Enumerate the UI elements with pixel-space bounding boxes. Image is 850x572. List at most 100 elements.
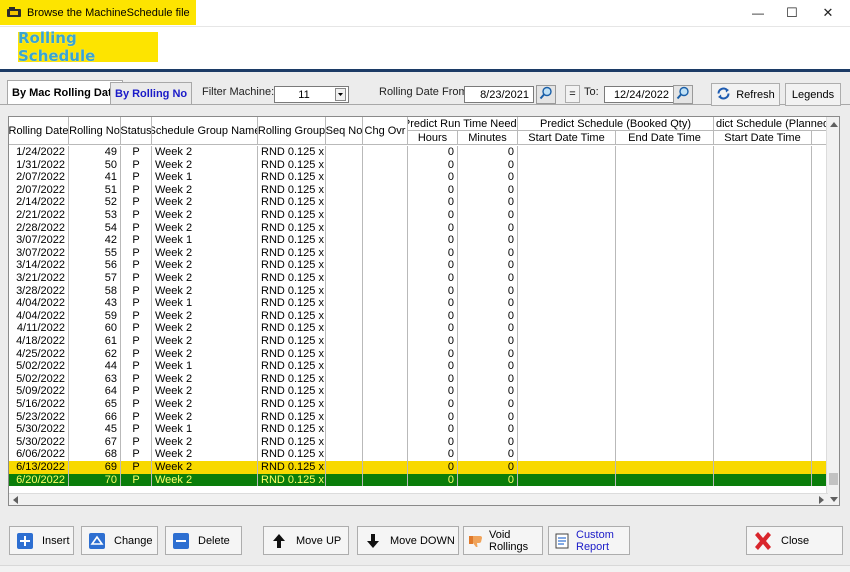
cell-rolling-group[interactable]: RND 0.125 x 2	[258, 234, 326, 247]
cell-schedule-group[interactable]: Week 2	[152, 259, 258, 272]
cell-hours[interactable]: 0	[408, 372, 458, 386]
table-row[interactable]: 3/07/2022 42 P Week 1 RND 0.125 x 2 00	[9, 234, 828, 247]
cell-seq-no[interactable]	[326, 158, 363, 172]
table-row[interactable]: 6/13/2022 69 P Week 2 RND 0.125 x 2 00	[9, 461, 828, 474]
cell-seq-no[interactable]	[326, 146, 363, 159]
cell-start-date-time-planned[interactable]	[714, 221, 812, 235]
cell-hours[interactable]: 0	[408, 423, 458, 436]
col-header-rolling-date[interactable]: Rolling Date	[9, 117, 69, 145]
cell-seq-no[interactable]	[326, 284, 363, 298]
cell-start-date-time-planned[interactable]	[714, 146, 812, 159]
cell-start-date-time[interactable]	[518, 322, 616, 335]
cell-start-date-time[interactable]	[518, 461, 616, 474]
cell-start-date-time-planned[interactable]	[714, 196, 812, 209]
custom-report-button[interactable]: Custom Report	[548, 526, 630, 555]
cell-minutes[interactable]: 0	[458, 209, 518, 222]
cell-chg-ovr[interactable]	[363, 171, 408, 184]
cell-start-date-time-planned[interactable]	[714, 385, 812, 398]
cell-rolling-no[interactable]: 42	[69, 234, 121, 247]
cell-hours[interactable]: 0	[408, 322, 458, 335]
cell-chg-ovr[interactable]	[363, 322, 408, 335]
cell-start-date-time[interactable]	[518, 435, 616, 449]
cell-hours[interactable]: 0	[408, 196, 458, 209]
cell-rolling-group[interactable]: RND 0.125 x 2	[258, 309, 326, 323]
cell-status[interactable]: P	[121, 322, 152, 335]
cell-rolling-group[interactable]: RND 0.125 x 2	[258, 410, 326, 424]
delete-button[interactable]: Delete	[165, 526, 242, 555]
cell-start-date-time-planned[interactable]	[714, 171, 812, 184]
cell-rolling-group[interactable]: RND 0.125 x 2	[258, 171, 326, 184]
cell-seq-no[interactable]	[326, 435, 363, 449]
cell-rolling-date[interactable]: 5/16/2022	[9, 398, 69, 411]
col-header-chg-ovr[interactable]: Chg Ovr	[363, 117, 408, 145]
cell-chg-ovr[interactable]	[363, 196, 408, 209]
cell-chg-ovr[interactable]	[363, 158, 408, 172]
cell-status[interactable]: P	[121, 461, 152, 474]
cell-schedule-group[interactable]: Week 1	[152, 423, 258, 436]
cell-start-date-time[interactable]	[518, 347, 616, 361]
col-header-schedule-group[interactable]: Schedule Group Name	[152, 117, 258, 145]
cell-minutes[interactable]: 0	[458, 297, 518, 310]
table-row[interactable]: 6/20/2022 70 P Week 2 RND 0.125 x 2 00	[9, 473, 828, 487]
table-row[interactable]: 3/07/2022 55 P Week 2 RND 0.125 x 2 00	[9, 246, 828, 260]
table-row[interactable]: 3/28/2022 58 P Week 2 RND 0.125 x 2 00	[9, 284, 828, 298]
cell-end-date-time[interactable]	[616, 158, 714, 172]
cell-seq-no[interactable]	[326, 473, 363, 487]
cell-rolling-no[interactable]: 45	[69, 423, 121, 436]
cell-rolling-date[interactable]: 4/25/2022	[9, 347, 69, 361]
cell-minutes[interactable]: 0	[458, 221, 518, 235]
cell-schedule-group[interactable]: Week 2	[152, 461, 258, 474]
cell-status[interactable]: P	[121, 473, 152, 487]
cell-hours[interactable]: 0	[408, 272, 458, 285]
cell-rolling-no[interactable]: 51	[69, 183, 121, 197]
cell-rolling-date[interactable]: 3/07/2022	[9, 234, 69, 247]
cell-end-date-time[interactable]	[616, 435, 714, 449]
cell-rolling-date[interactable]: 4/04/2022	[9, 297, 69, 310]
cell-hours[interactable]: 0	[408, 398, 458, 411]
cell-schedule-group[interactable]: Week 2	[152, 158, 258, 172]
cell-schedule-group[interactable]: Week 2	[152, 473, 258, 487]
date-to-input[interactable]: 12/24/2022	[604, 86, 674, 103]
cell-status[interactable]: P	[121, 196, 152, 209]
cell-start-date-time[interactable]	[518, 146, 616, 159]
cell-chg-ovr[interactable]	[363, 272, 408, 285]
cell-rolling-no[interactable]: 61	[69, 335, 121, 348]
equals-button[interactable]: =	[565, 85, 580, 103]
cell-rolling-group[interactable]: RND 0.125 x 2	[258, 435, 326, 449]
cell-start-date-time-planned[interactable]	[714, 234, 812, 247]
cell-rolling-no[interactable]: 44	[69, 360, 121, 373]
cell-rolling-no[interactable]: 59	[69, 309, 121, 323]
date-from-input[interactable]: 8/23/2021	[464, 86, 534, 103]
table-row[interactable]: 2/07/2022 51 P Week 2 RND 0.125 x 2 00	[9, 183, 828, 197]
cell-minutes[interactable]: 0	[458, 146, 518, 159]
cell-chg-ovr[interactable]	[363, 297, 408, 310]
cell-rolling-group[interactable]: RND 0.125 x 2	[258, 246, 326, 260]
cell-schedule-group[interactable]: Week 2	[152, 272, 258, 285]
col-header-end-date-time[interactable]: End Date Time	[616, 131, 714, 145]
cell-start-date-time[interactable]	[518, 246, 616, 260]
cell-hours[interactable]: 0	[408, 171, 458, 184]
cell-end-date-time[interactable]	[616, 297, 714, 310]
maximize-button[interactable]: ☐	[775, 0, 809, 26]
cell-start-date-time[interactable]	[518, 259, 616, 272]
table-row[interactable]: 5/30/2022 67 P Week 2 RND 0.125 x 2 00	[9, 435, 828, 449]
cell-status[interactable]: P	[121, 234, 152, 247]
cell-end-date-time[interactable]	[616, 410, 714, 424]
cell-start-date-time[interactable]	[518, 385, 616, 398]
cell-schedule-group[interactable]: Week 1	[152, 360, 258, 373]
cell-rolling-group[interactable]: RND 0.125 x 2	[258, 146, 326, 159]
cell-status[interactable]: P	[121, 146, 152, 159]
cell-rolling-date[interactable]: 5/30/2022	[9, 435, 69, 449]
cell-start-date-time[interactable]	[518, 284, 616, 298]
cell-rolling-no[interactable]: 66	[69, 410, 121, 424]
table-row[interactable]: 4/25/2022 62 P Week 2 RND 0.125 x 2 00	[9, 347, 828, 361]
cell-rolling-date[interactable]: 3/07/2022	[9, 246, 69, 260]
cell-schedule-group[interactable]: Week 2	[152, 448, 258, 461]
cell-rolling-group[interactable]: RND 0.125 x 2	[258, 284, 326, 298]
cell-rolling-no[interactable]: 49	[69, 146, 121, 159]
cell-rolling-no[interactable]: 64	[69, 385, 121, 398]
cell-minutes[interactable]: 0	[458, 246, 518, 260]
cell-rolling-date[interactable]: 3/28/2022	[9, 284, 69, 298]
cell-minutes[interactable]: 0	[458, 259, 518, 272]
cell-rolling-date[interactable]: 6/20/2022	[9, 473, 69, 487]
